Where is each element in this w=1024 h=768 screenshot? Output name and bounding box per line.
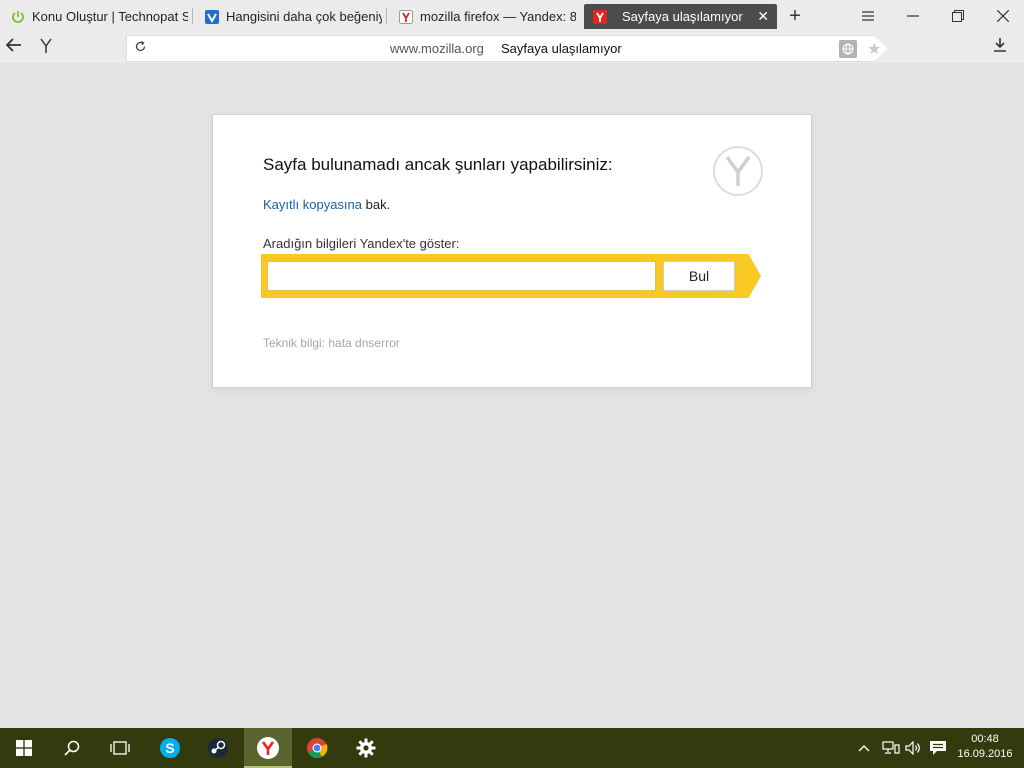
tab-title: mozilla firefox — Yandex: 8 xyxy=(420,9,576,24)
tab-separator xyxy=(386,8,387,24)
back-button[interactable] xyxy=(5,37,26,59)
address-bar[interactable]: www.mozilla.org Sayfaya ulaşılamıyor ★ xyxy=(126,35,888,62)
steam-icon[interactable] xyxy=(194,728,242,768)
reload-icon[interactable] xyxy=(135,40,146,55)
settings-gear-icon[interactable] xyxy=(342,728,390,768)
technical-info: Teknik bilgi: hata dnserror xyxy=(263,336,400,350)
yandex-browser-taskbar-icon[interactable] xyxy=(244,728,292,768)
saved-copy-link[interactable]: Kayıtlı kopyasına xyxy=(263,197,362,212)
page-content: Sayfa bulunamadı ancak şunları yapabilir… xyxy=(0,63,1024,728)
url-domain: www.mozilla.org xyxy=(390,41,484,56)
globe-icon[interactable] xyxy=(839,40,857,58)
yandex-icon xyxy=(398,9,414,25)
search-label: Aradığın bilgileri Yandex'te göster: xyxy=(263,236,460,251)
error-card: Sayfa bulunamadı ancak şunları yapabilir… xyxy=(212,114,812,388)
check-shield-icon xyxy=(204,9,220,25)
network-icon[interactable] xyxy=(882,728,900,768)
yandex-logo-icon[interactable] xyxy=(40,38,52,59)
clock-date: 16.09.2016 xyxy=(957,748,1013,760)
menu-icon[interactable] xyxy=(857,6,879,26)
volume-icon[interactable] xyxy=(905,728,921,768)
minimize-button[interactable] xyxy=(902,6,924,26)
skype-icon[interactable]: S xyxy=(146,728,194,768)
page-title-in-url: Sayfaya ulaşılamıyor xyxy=(501,41,622,56)
tab-strip: Konu Oluştur | Technopat S Hangisini dah… xyxy=(0,0,1024,33)
search-button[interactable]: Bul xyxy=(663,261,735,291)
tab-title: Hangisini daha çok beğeniy xyxy=(226,9,382,24)
yandex-browser-logo-icon xyxy=(713,146,763,196)
yandex-search-bar: Bul xyxy=(261,254,761,298)
taskbar: S 00:48 16.09.2016 xyxy=(0,728,1024,768)
task-view-icon[interactable] xyxy=(96,728,144,768)
clock[interactable]: 00:48 16.09.2016 xyxy=(950,732,1020,762)
tab-sayfaya-ulasilamiyor[interactable]: Sayfaya ulaşılamıyor ✕ xyxy=(584,4,777,29)
tab-mozilla-firefox[interactable]: mozilla firefox — Yandex: 8 xyxy=(390,4,576,29)
clock-time: 00:48 xyxy=(971,733,999,745)
windows-start-icon[interactable] xyxy=(0,728,48,768)
tab-separator xyxy=(192,8,193,24)
search-icon[interactable] xyxy=(48,728,96,768)
svg-text:S: S xyxy=(165,740,174,756)
search-input[interactable] xyxy=(267,261,656,291)
show-hidden-icons-icon[interactable] xyxy=(858,728,870,768)
yandex-icon xyxy=(592,9,608,25)
tab-title: Sayfaya ulaşılamıyor xyxy=(622,9,743,24)
tab-konu-olustur[interactable]: Konu Oluştur | Technopat S xyxy=(2,4,188,29)
chrome-icon[interactable] xyxy=(293,728,341,768)
power-icon xyxy=(10,9,26,25)
close-window-button[interactable] xyxy=(992,6,1014,26)
restore-button[interactable] xyxy=(947,6,969,26)
tab-title: Konu Oluştur | Technopat S xyxy=(32,9,188,24)
new-tab-button[interactable]: + xyxy=(786,6,804,26)
notifications-icon[interactable] xyxy=(929,728,947,768)
error-heading: Sayfa bulunamadı ancak şunları yapabilir… xyxy=(263,155,613,174)
tab-hangisini[interactable]: Hangisini daha çok beğeniy xyxy=(196,4,382,29)
bookmark-star-icon[interactable]: ★ xyxy=(867,39,881,59)
navigation-bar: www.mozilla.org Sayfaya ulaşılamıyor ★ xyxy=(0,33,1024,63)
saved-copy-suffix: bak. xyxy=(362,197,391,212)
download-icon[interactable] xyxy=(994,38,1006,56)
saved-copy-text: Kayıtlı kopyasına bak. xyxy=(263,197,390,212)
close-tab-icon[interactable]: ✕ xyxy=(757,8,769,25)
